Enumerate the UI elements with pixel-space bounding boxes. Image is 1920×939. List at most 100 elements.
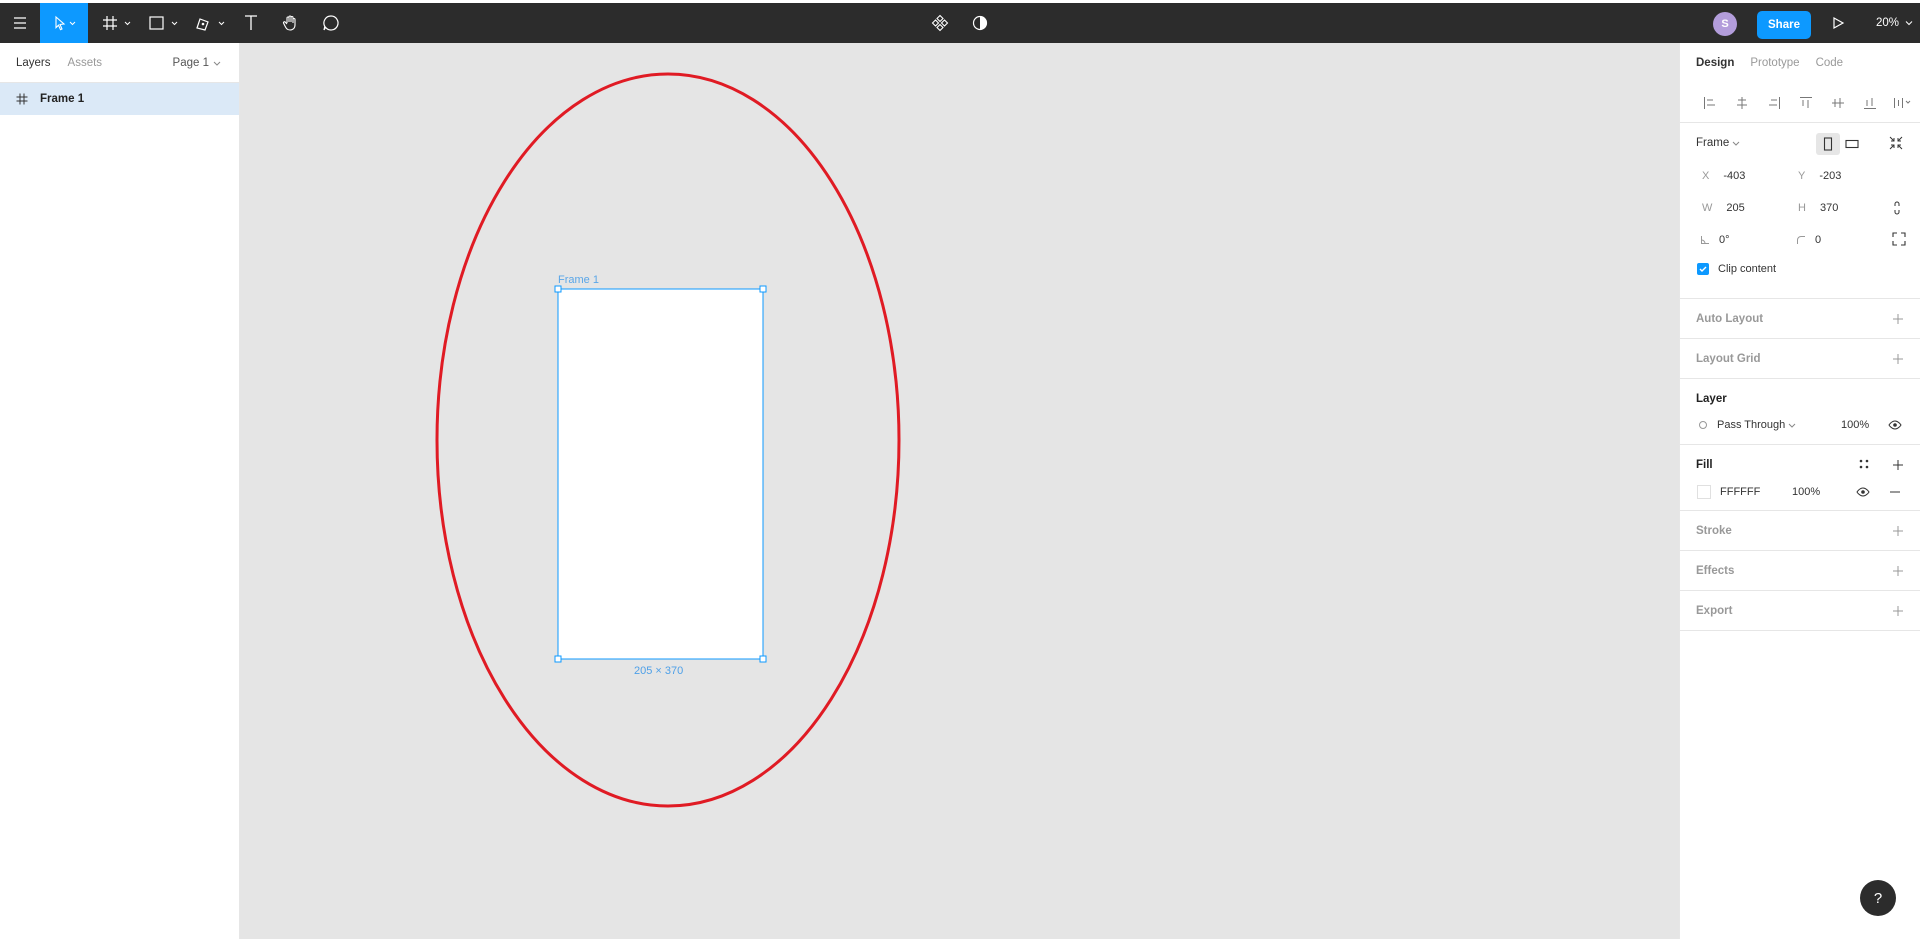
- resize-to-fit-button[interactable]: [1888, 135, 1904, 154]
- add-fill-icon[interactable]: [1892, 459, 1904, 471]
- layer-name: Frame 1: [40, 93, 85, 105]
- align-center-h-button[interactable]: [1726, 96, 1758, 110]
- fill-hex-value[interactable]: FFFFFF: [1720, 486, 1760, 498]
- hamburger-icon: [14, 17, 26, 29]
- layer-item-frame-1[interactable]: Frame 1: [0, 83, 239, 115]
- add-auto-layout-icon[interactable]: [1892, 313, 1904, 325]
- fill-color-swatch[interactable]: [1697, 485, 1711, 499]
- canvas[interactable]: Frame 1 205 × 370: [240, 43, 1679, 939]
- remove-fill-icon[interactable]: [1889, 486, 1901, 498]
- align-center-h-icon: [1737, 96, 1747, 109]
- zoom-level: 20%: [1876, 17, 1900, 29]
- contrast-icon: [972, 15, 988, 31]
- align-right-button[interactable]: [1758, 96, 1790, 110]
- top-toolbar: S Share 20%: [0, 3, 1920, 43]
- present-button[interactable]: [1826, 3, 1850, 43]
- y-field[interactable]: Y -203: [1798, 170, 1841, 182]
- height-field[interactable]: H 370: [1798, 202, 1838, 214]
- rotation-icon: [1701, 236, 1709, 244]
- layout-grid-section: Layout Grid: [1680, 339, 1920, 379]
- play-icon: [1833, 16, 1845, 30]
- x-field[interactable]: X -403: [1702, 170, 1745, 182]
- resize-handle-top-right[interactable]: [759, 285, 767, 293]
- layer-opacity[interactable]: 100%: [1841, 419, 1869, 431]
- frame-size-label: 205 × 370: [634, 665, 684, 677]
- pen-icon: [196, 18, 225, 31]
- frame-tool-button[interactable]: [98, 3, 136, 43]
- hand-tool-button[interactable]: [278, 3, 304, 43]
- corners-icon: [1892, 232, 1906, 246]
- width-field[interactable]: W 205: [1702, 202, 1745, 214]
- zoom-menu[interactable]: 20%: [1876, 3, 1915, 43]
- x-value: -403: [1723, 170, 1746, 182]
- eye-icon[interactable]: [1888, 418, 1902, 432]
- collapse-icon: [1889, 136, 1903, 150]
- corner-radius-value: 0: [1815, 234, 1822, 246]
- share-button[interactable]: Share: [1757, 11, 1811, 39]
- canvas-drawing: [435, 72, 901, 808]
- properties-panel: Design Prototype Code Frame X -403 Y -203 …: [1679, 43, 1920, 939]
- clip-content-checkbox[interactable]: Clip content: [1697, 263, 1776, 275]
- align-bottom-button[interactable]: [1854, 96, 1886, 110]
- blend-mode-select[interactable]: Pass Through: [1698, 419, 1797, 431]
- portrait-icon: [1823, 137, 1833, 151]
- text-tool-button[interactable]: [238, 3, 264, 43]
- frame-1[interactable]: [557, 288, 764, 660]
- auto-layout-section: Auto Layout: [1680, 299, 1920, 339]
- frame-name-label[interactable]: Frame 1: [558, 274, 599, 286]
- align-center-v-button[interactable]: [1822, 96, 1854, 110]
- page-selector[interactable]: Page 1: [173, 43, 222, 83]
- align-left-button[interactable]: [1694, 96, 1726, 110]
- components-button[interactable]: [928, 3, 952, 43]
- styles-icon[interactable]: [1858, 458, 1870, 470]
- effects-section: Effects: [1680, 551, 1920, 591]
- help-button[interactable]: ?: [1860, 880, 1896, 916]
- fill-section: Fill FFFFFF 100%: [1680, 445, 1920, 511]
- add-effect-icon[interactable]: [1892, 565, 1904, 577]
- resize-handle-top-left[interactable]: [554, 285, 562, 293]
- add-export-icon[interactable]: [1892, 605, 1904, 617]
- shape-tool-button[interactable]: [145, 3, 183, 43]
- rotation-value: 0°: [1719, 234, 1730, 246]
- alignment-toolbar: [1680, 83, 1920, 123]
- theme-toggle-button[interactable]: [968, 3, 992, 43]
- corner-radius-icon: [1797, 236, 1805, 244]
- export-section: Export: [1680, 591, 1920, 631]
- landscape-button[interactable]: [1840, 133, 1864, 155]
- align-top-button[interactable]: [1790, 96, 1822, 110]
- fill-opacity[interactable]: 100%: [1792, 486, 1820, 498]
- frame-icon: [16, 93, 28, 105]
- chevron-down-icon: [1905, 21, 1913, 26]
- rotation-field[interactable]: 0°: [1700, 234, 1730, 246]
- chevron-down-icon: [1732, 141, 1740, 146]
- tab-design[interactable]: Design: [1696, 57, 1734, 69]
- hand-icon: [282, 15, 296, 31]
- stroke-section: Stroke: [1680, 511, 1920, 551]
- pen-tool-button[interactable]: [192, 3, 230, 43]
- main-menu-button[interactable]: [0, 3, 40, 43]
- comment-tool-button[interactable]: [318, 3, 344, 43]
- blend-mode-value: Pass Through: [1717, 419, 1786, 431]
- portrait-button[interactable]: [1816, 133, 1840, 155]
- resize-handle-bottom-right[interactable]: [759, 655, 767, 663]
- move-tool-button[interactable]: [40, 3, 88, 43]
- resize-handle-bottom-left[interactable]: [554, 655, 562, 663]
- add-layout-grid-icon[interactable]: [1892, 353, 1904, 365]
- y-value: -203: [1819, 170, 1842, 182]
- eye-icon[interactable]: [1856, 485, 1870, 499]
- frame-type-select[interactable]: Frame: [1696, 137, 1741, 149]
- corner-radius-field[interactable]: 0: [1796, 234, 1821, 246]
- tab-prototype[interactable]: Prototype: [1750, 57, 1799, 69]
- layer-title: Layer: [1696, 393, 1727, 405]
- y-label: Y: [1798, 170, 1806, 182]
- distribute-button[interactable]: [1886, 96, 1918, 110]
- constrain-proportions-button[interactable]: [1892, 200, 1902, 219]
- tab-assets[interactable]: Assets: [68, 57, 103, 69]
- user-avatar[interactable]: S: [1713, 12, 1737, 36]
- add-stroke-icon[interactable]: [1892, 525, 1904, 537]
- tab-layers[interactable]: Layers: [16, 57, 51, 69]
- distribute-icon: [1894, 97, 1911, 108]
- tab-code[interactable]: Code: [1816, 57, 1844, 69]
- frame-icon: [103, 16, 131, 30]
- independent-corners-button[interactable]: [1892, 232, 1906, 249]
